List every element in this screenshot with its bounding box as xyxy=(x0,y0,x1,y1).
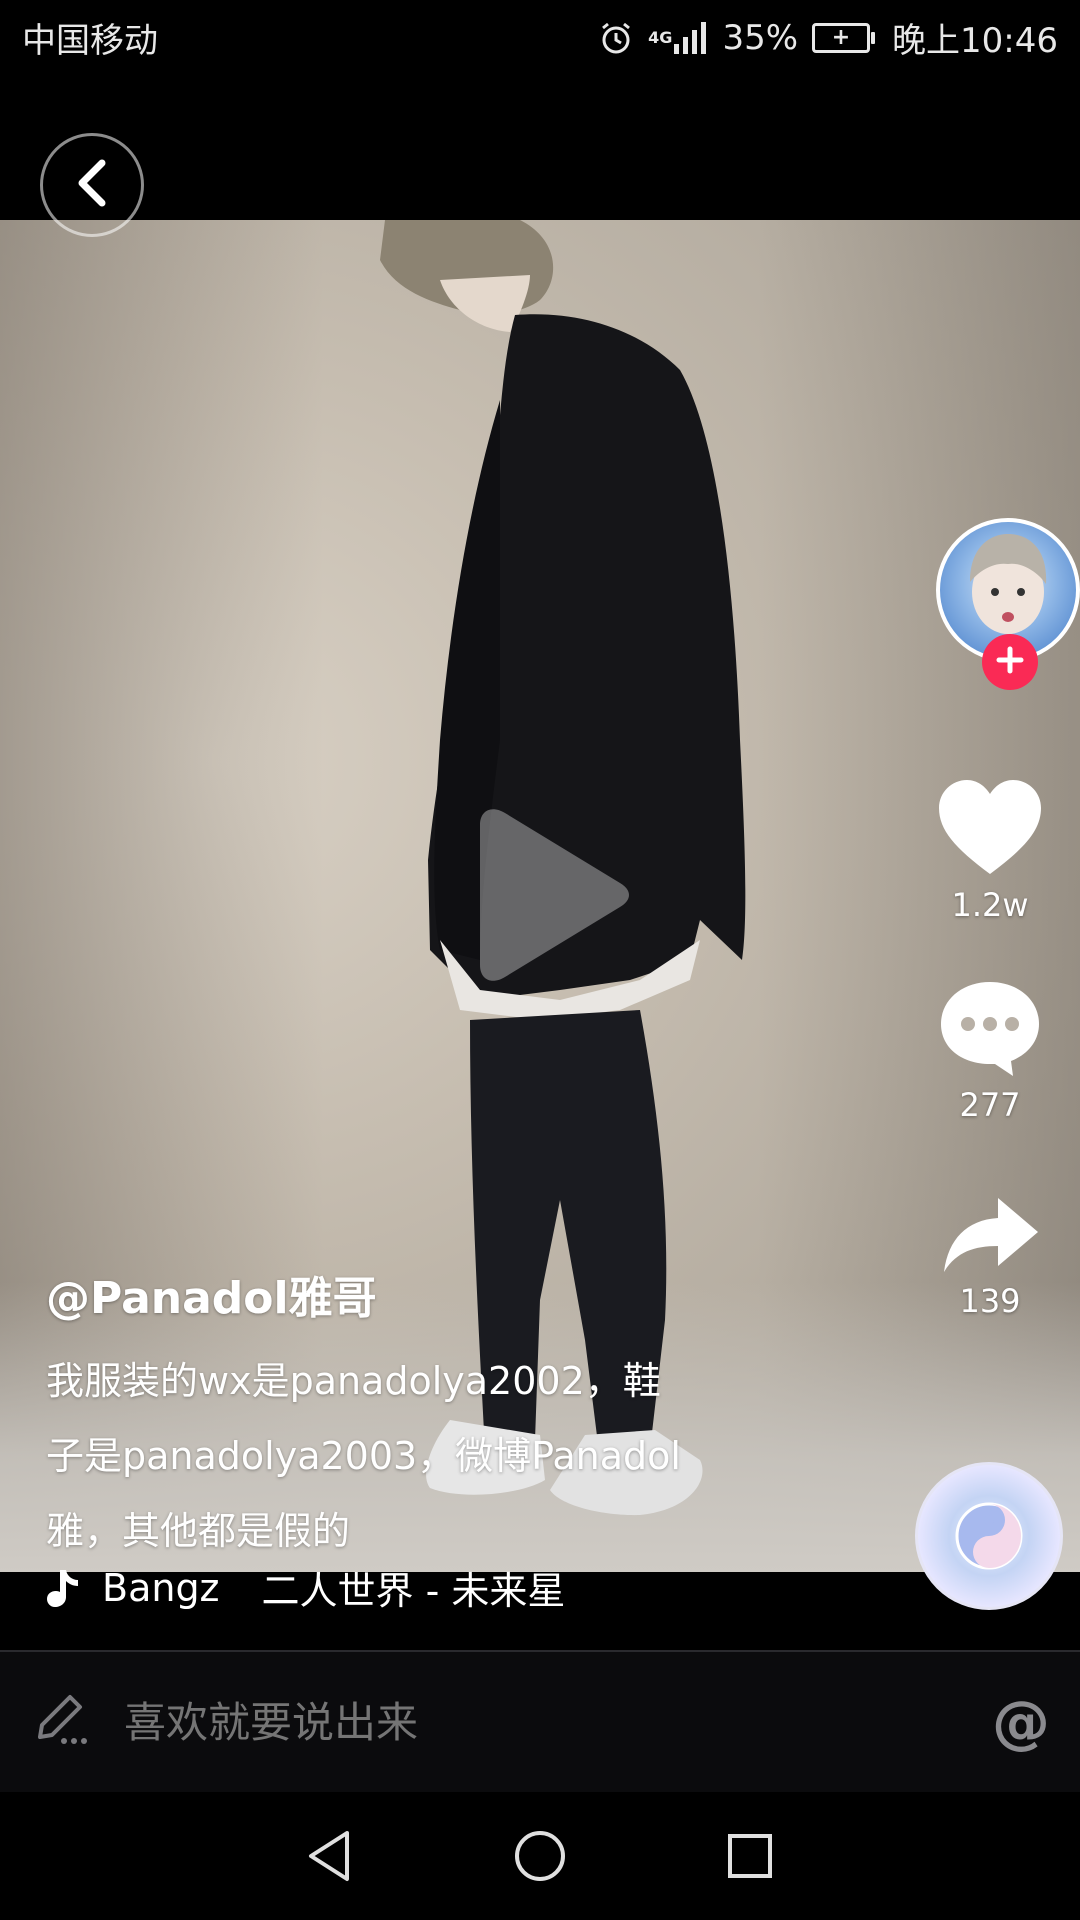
comment-icon xyxy=(937,978,1043,1082)
video-caption: @Panadol雅哥 我服装的wx是panadolya2002，鞋 子是pana… xyxy=(46,1262,766,1569)
play-icon xyxy=(460,809,640,989)
nav-home-icon[interactable] xyxy=(510,1826,570,1886)
like-button[interactable]: 1.2w xyxy=(930,778,1050,924)
action-rail: 1.2w 277 139 xyxy=(900,0,1080,1920)
pencil-icon xyxy=(34,1691,92,1753)
music-title: 二人世界 - 未来星 xyxy=(261,1569,566,1613)
battery-icon: + xyxy=(812,22,876,53)
video-description: 我服装的wx是panadolya2002，鞋 子是panadolya2003，微… xyxy=(46,1344,766,1569)
share-count: 139 xyxy=(959,1282,1021,1320)
network-type-label: 4G xyxy=(648,28,673,47)
plus-icon xyxy=(994,644,1026,680)
signal-icon: 4G xyxy=(648,21,708,54)
author-avatar-wrap xyxy=(936,518,1080,690)
music-note-icon xyxy=(46,1568,80,1608)
nav-back-icon[interactable] xyxy=(300,1826,360,1886)
back-icon xyxy=(72,157,112,213)
description-line: 雅，其他都是假的 xyxy=(46,1509,351,1553)
share-icon xyxy=(940,1194,1040,1278)
heart-icon xyxy=(935,778,1045,882)
music-info[interactable]: Bangz 二人世界 - 未来星 xyxy=(46,1560,565,1615)
music-disc[interactable] xyxy=(915,1462,1063,1610)
share-button[interactable]: 139 xyxy=(930,1194,1050,1320)
alarm-icon xyxy=(598,20,634,56)
battery-percent: 35% xyxy=(722,17,799,58)
screen: 中国移动 4G 35% + 晚上10:46 1.2w 277 139 @Pana… xyxy=(0,0,1080,1920)
author-username[interactable]: @Panadol雅哥 xyxy=(46,1262,766,1326)
description-line: 我服装的wx是panadolya2002，鞋 xyxy=(46,1359,661,1403)
follow-button[interactable] xyxy=(982,634,1038,690)
music-disc-icon xyxy=(955,1502,1023,1570)
play-button[interactable] xyxy=(460,805,640,985)
like-count: 1.2w xyxy=(951,886,1029,924)
nav-recents-icon[interactable] xyxy=(720,1826,780,1886)
music-artist: Bangz xyxy=(102,1565,220,1610)
carrier-label: 中国移动 xyxy=(22,21,158,61)
comment-input[interactable] xyxy=(122,1696,992,1748)
back-button[interactable] xyxy=(40,133,144,237)
comment-count: 277 xyxy=(959,1086,1021,1124)
comment-button[interactable]: 277 xyxy=(930,978,1050,1124)
description-line: 子是panadolya2003，微博Panadol xyxy=(46,1434,681,1478)
